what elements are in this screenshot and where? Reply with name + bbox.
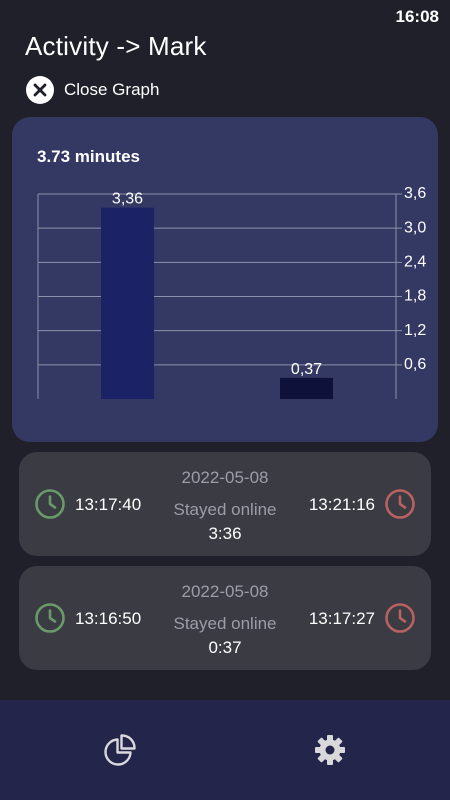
bar-chart: 3,6 3,0 2,4 1,8 1,2 0,6 3,36 0,37: [37, 185, 426, 399]
close-graph-label: Close Graph: [64, 80, 160, 99]
y-tick-label: 2,4: [404, 254, 426, 271]
close-icon[interactable]: [26, 76, 54, 104]
y-tick-label: 3,6: [404, 185, 426, 202]
pie-chart-icon[interactable]: [102, 732, 138, 768]
session-card: 2022-05-08 13:16:50 Stayed online 0:37 1…: [19, 566, 431, 670]
chart-card: 3.73 minutes 3,6 3,0 2,4 1,8 1,2 0,6 3,36 0,37: [12, 117, 438, 442]
session-card: 2022-05-08 13:17:40 Stayed online 3:36 1…: [19, 452, 431, 556]
session-date: 2022-05-08: [181, 468, 269, 487]
y-tick-label: 1,2: [404, 322, 426, 339]
status-bar: 16:08: [0, 0, 450, 32]
bar[interactable]: [280, 377, 333, 399]
session-end-time: 13:17:27: [308, 609, 375, 628]
y-tick-label: 1,8: [404, 288, 426, 305]
bar[interactable]: [101, 207, 154, 399]
session-end-time: 13:21:16: [308, 495, 375, 514]
session-duration: 0:37: [208, 638, 242, 657]
bottom-nav: [0, 700, 450, 800]
session-duration: 3:36: [208, 524, 242, 543]
end-clock-icon: [385, 489, 415, 519]
status-time: 16:08: [395, 7, 439, 26]
session-date: 2022-05-08: [181, 582, 269, 601]
y-tick-label: 0,6: [404, 356, 426, 373]
bar-value-label: 0,37: [291, 361, 322, 378]
page-title: Activity -> Mark: [25, 31, 207, 61]
gear-icon[interactable]: [312, 732, 348, 768]
end-clock-icon: [385, 603, 415, 633]
close-graph-button[interactable]: Close Graph: [26, 76, 159, 104]
y-tick-label: 3,0: [404, 219, 426, 236]
bar-value-label: 3,36: [112, 191, 143, 208]
